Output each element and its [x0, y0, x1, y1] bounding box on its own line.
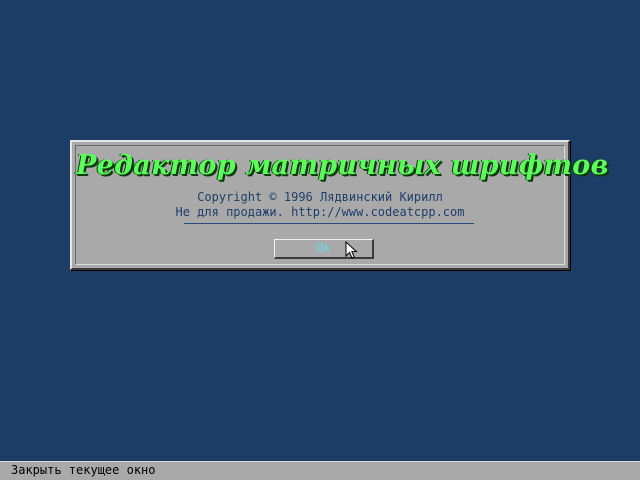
- status-bar: Закрыть текущее окно: [0, 461, 640, 480]
- dialog-inner-frame: Редактор матричных шрифтов Copyright © 1…: [75, 145, 609, 265]
- dialog-title: Редактор матричных шрифтов: [76, 150, 609, 181]
- divider-line: [184, 223, 474, 224]
- about-dialog: Редактор матричных шрифтов Copyright © 1…: [70, 140, 609, 270]
- mouse-pointer-icon: [345, 241, 358, 259]
- copyright-text: Copyright © 1996 Лядвинский Кирилл: [197, 190, 443, 204]
- ok-button[interactable]: Ok: [274, 239, 374, 259]
- status-hint: Закрыть текущее окно: [11, 463, 156, 477]
- notice-text: Не для продажи. http://www.codeatcpp.com: [175, 205, 465, 219]
